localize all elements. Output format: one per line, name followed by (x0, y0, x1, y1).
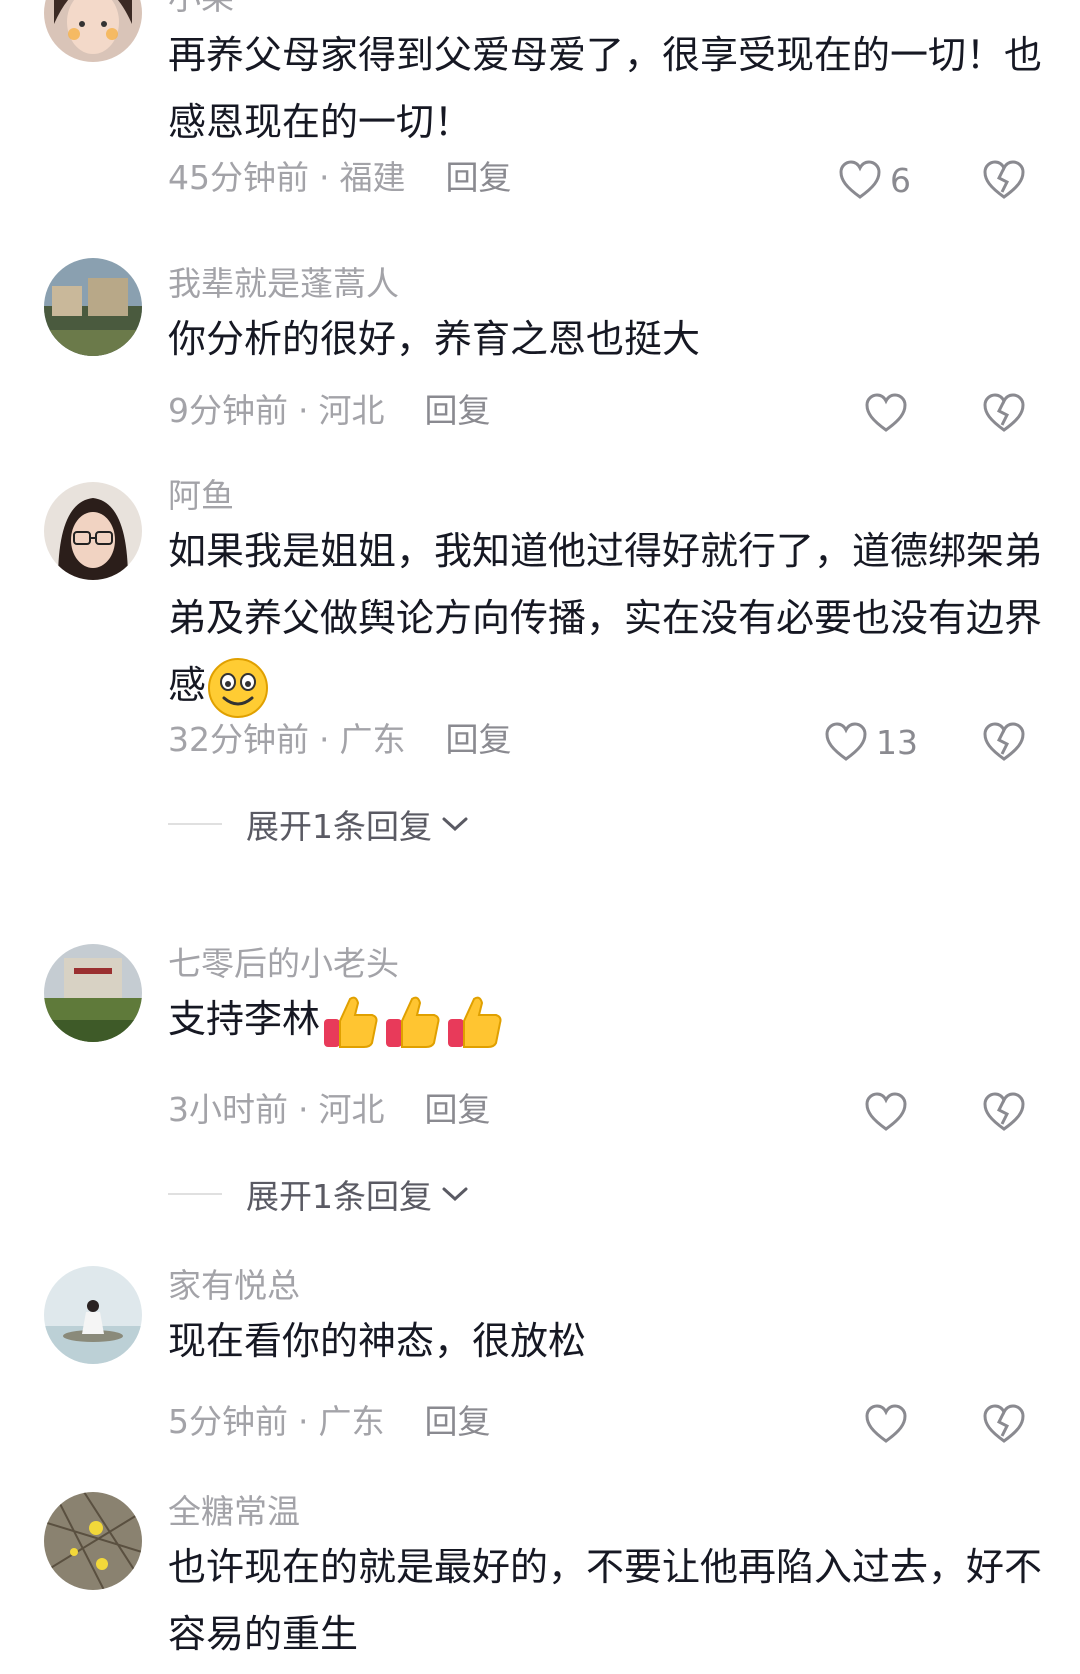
dislike-button[interactable] (982, 720, 1026, 764)
username[interactable]: 家有悦总 (168, 1266, 300, 1306)
broken-heart-icon (983, 1092, 1025, 1131)
divider (168, 1193, 222, 1195)
comment-text-body: 如果我是姐姐，我知道他过得好就行了，道德绑架弟弟及养父做舆论方向传播，实在没有必… (168, 529, 1043, 707)
heart-outline-icon (865, 393, 907, 432)
username[interactable]: 我辈就是蓬蒿人 (168, 264, 399, 304)
avatar[interactable] (44, 1492, 142, 1590)
comment-time: 5分钟前 (168, 1402, 288, 1441)
comment-time: 32分钟前 (168, 720, 309, 759)
comment-meta: 5分钟前 · 广东 回复 (168, 1402, 491, 1441)
expand-replies-button[interactable]: 展开1条回复 (168, 800, 470, 848)
username[interactable]: 小果 (168, 0, 234, 18)
comment-text: 如果我是姐姐，我知道他过得好就行了，道德绑架弟弟及养父做舆论方向传播，实在没有必… (168, 518, 1048, 720)
like-count: 6 (890, 160, 911, 200)
comment-location: 广东 (339, 720, 406, 759)
dislike-button[interactable] (982, 1402, 1026, 1446)
comment-location: 河北 (318, 1090, 385, 1129)
divider (168, 823, 222, 825)
reply-button[interactable]: 回复 (446, 720, 512, 759)
like-count: 13 (876, 722, 918, 762)
comment-text: 支持李林 (168, 986, 1048, 1053)
comment-text: 也许现在的就是最好的，不要让他再陷入过去，好不容易的重生 (168, 1545, 1043, 1656)
comment-location: 福建 (339, 158, 406, 197)
comment-location: 河北 (318, 391, 385, 430)
username[interactable]: 全糖常温 (168, 1492, 300, 1532)
heart-outline-icon (865, 1404, 907, 1443)
avatar[interactable] (44, 482, 142, 580)
comment-meta: 45分钟前 · 福建 回复 (168, 158, 512, 197)
avatar[interactable] (44, 1266, 142, 1364)
broken-heart-icon (983, 722, 1025, 761)
chevron-down-icon (442, 1187, 468, 1202)
avatar[interactable] (44, 258, 142, 356)
comment-time: 45分钟前 (168, 158, 309, 197)
thumbs-up-emoji (448, 996, 502, 1048)
comment-text: 你分析的很好，养育之恩也挺大 (168, 317, 701, 361)
dislike-button[interactable] (982, 1090, 1026, 1134)
avatar[interactable] (44, 944, 142, 1042)
reply-button[interactable]: 回复 (425, 1090, 491, 1129)
smiling-face-emoji (208, 657, 269, 718)
username[interactable]: 阿鱼 (168, 476, 234, 516)
comment-time: 3小时前 (168, 1090, 288, 1129)
comment-text: 现在看你的神态，很放松 (168, 1319, 587, 1363)
like-button[interactable] (864, 391, 908, 435)
reply-button[interactable]: 回复 (425, 1402, 491, 1441)
dislike-button[interactable] (982, 158, 1026, 202)
heart-outline-icon (825, 722, 867, 761)
comment-meta: 3小时前 · 河北 回复 (168, 1090, 491, 1129)
comment-text: 再养父母家得到父爱母爱了，很享受现在的一切！也感恩现在的一切！ (168, 33, 1043, 144)
expand-replies-button[interactable]: 展开1条回复 (168, 1170, 470, 1218)
comment-location: 广东 (318, 1402, 385, 1441)
expand-replies-label: 展开1条回复 (246, 807, 432, 846)
heart-outline-icon (865, 1092, 907, 1131)
broken-heart-icon (983, 160, 1025, 199)
reply-button[interactable]: 回复 (425, 391, 491, 430)
comment-meta: 32分钟前 · 广东 回复 (168, 720, 512, 759)
like-button[interactable] (864, 1090, 908, 1134)
comment-text-body: 支持李林 (168, 997, 321, 1041)
reply-button[interactable]: 回复 (446, 158, 512, 197)
like-button[interactable] (864, 1402, 908, 1446)
broken-heart-icon (983, 1404, 1025, 1443)
thumbs-up-emoji (386, 996, 440, 1048)
chevron-down-icon (442, 817, 468, 832)
heart-outline-icon (839, 160, 881, 199)
avatar[interactable] (44, 0, 142, 62)
comment-meta: 9分钟前 · 河北 回复 (168, 391, 491, 430)
expand-replies-label: 展开1条回复 (246, 1177, 432, 1216)
username[interactable]: 七零后的小老头 (168, 944, 399, 984)
thumbs-up-emoji (324, 996, 378, 1048)
like-button[interactable]: 13 (824, 720, 918, 764)
comment-time: 9分钟前 (168, 391, 288, 430)
broken-heart-icon (983, 393, 1025, 432)
dislike-button[interactable] (982, 391, 1026, 435)
like-button[interactable]: 6 (838, 158, 911, 202)
